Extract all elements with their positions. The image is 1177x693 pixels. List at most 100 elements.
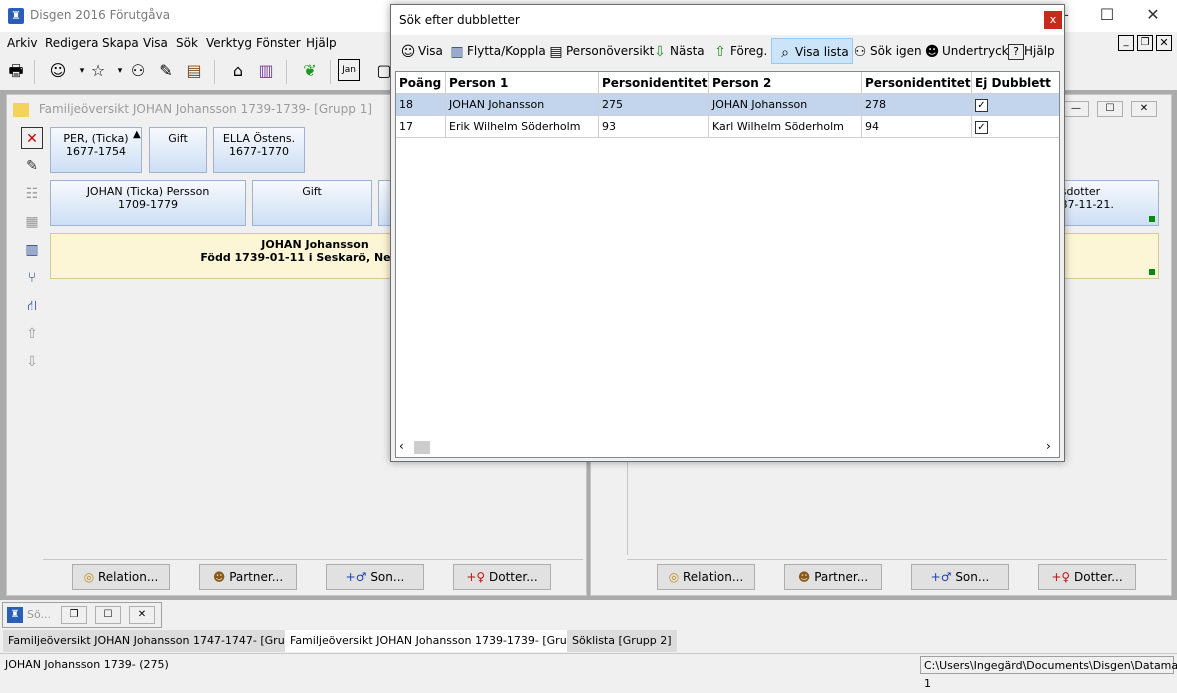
personoversikt-button[interactable]: ▤ Personöversikt: [543, 38, 657, 64]
child-maximize-button[interactable]: ☐: [1097, 101, 1123, 117]
menu-fonster[interactable]: Fönster: [256, 36, 301, 50]
tab-soklista[interactable]: Söklista [Grupp 2]: [567, 630, 677, 652]
relation-button[interactable]: ◎ Relation...: [657, 564, 755, 590]
flytta-koppla-button[interactable]: ▥ Flytta/Koppla: [444, 38, 549, 64]
ej-dubblett-checkbox[interactable]: ✓: [975, 98, 988, 112]
son-button[interactable]: +♂ Son...: [326, 564, 424, 590]
column-header[interactable]: Personidentitet: [599, 72, 709, 94]
child-close-button[interactable]: ✕: [1131, 101, 1157, 117]
grandmother-name: ELLA Östens.: [222, 132, 296, 145]
person-icon[interactable]: ☺: [46, 59, 70, 83]
scroll-right-icon[interactable]: ›: [1046, 439, 1051, 453]
home-icon[interactable]: ⌂: [226, 59, 250, 83]
visa-button[interactable]: ☺ Visa: [395, 38, 446, 64]
books-icon[interactable]: ▥: [254, 59, 278, 83]
sok-igen-button[interactable]: ⚇ Sök igen: [847, 38, 925, 64]
pen-icon[interactable]: ✎: [154, 59, 178, 83]
columns-icon[interactable]: ▥: [21, 239, 43, 261]
toolbar-separator: [34, 60, 35, 84]
menu-verktyg[interactable]: Verktyg: [206, 36, 252, 50]
menu-skapa[interactable]: Skapa: [102, 36, 139, 50]
close-button[interactable]: ✕: [1130, 0, 1176, 32]
status-dot: [1149, 216, 1155, 222]
status-dot: [1149, 269, 1155, 275]
button-bar-right: ◎ Relation... ☻ Partner... +♂ Son... +♀ …: [627, 559, 1167, 593]
dotter-button[interactable]: +♀ Dotter...: [1038, 564, 1136, 590]
duplicate-search-dialog: Sök efter dubbletter x ☺ Visa ▥ Flytta/Kop…: [390, 4, 1065, 462]
menu-visa[interactable]: Visa: [143, 36, 168, 50]
nasta-button[interactable]: ⇩ Nästa: [647, 38, 708, 64]
face-icon: ☺: [400, 43, 416, 60]
hjalp-button[interactable]: ? Hjälp: [1005, 38, 1058, 64]
menu-arkiv[interactable]: Arkiv: [7, 36, 38, 50]
id2-cell: 278: [862, 94, 972, 116]
star-person-icon[interactable]: ☆: [86, 59, 110, 83]
scroll-left-icon[interactable]: ‹: [399, 439, 404, 453]
descendants-icon[interactable]: ⑂: [21, 267, 43, 289]
maximize-button[interactable]: ☐: [95, 606, 121, 624]
edit-document-icon[interactable]: ✎: [21, 155, 43, 177]
statusbar: JOHAN Johansson 1739- (275) C:\Users\Ing…: [0, 653, 1177, 690]
dialog-title: Sök efter dubbletter: [399, 13, 520, 27]
mdi-restore-button[interactable]: ❐: [1137, 35, 1153, 51]
score-cell: 18: [396, 94, 446, 116]
column-header[interactable]: Personidentitet: [862, 72, 972, 94]
tab-family-grupp1[interactable]: Familjeöversikt JOHAN Johansson 1739-173…: [285, 630, 601, 652]
partner-button[interactable]: ☻ Partner...: [199, 564, 297, 590]
minimized-window[interactable]: ♜ Sö... ❐ ☐ ✕: [2, 602, 162, 628]
table-row[interactable]: 17 Erik Wilhelm Söderholm 93 Karl Wilhel…: [396, 116, 1059, 138]
maximize-button[interactable]: ☐: [1084, 0, 1130, 32]
column-header[interactable]: Poäng: [396, 72, 446, 94]
foreg-button[interactable]: ⇧ Föreg.: [707, 38, 770, 64]
print-icon[interactable]: 🖶: [4, 59, 28, 83]
child-minimize-button[interactable]: —: [1063, 101, 1089, 117]
tree-list-icon[interactable]: ☷: [21, 183, 43, 205]
mdi-close-button[interactable]: ✕: [1156, 35, 1172, 51]
parent-marriage-box[interactable]: Gift: [252, 180, 372, 226]
grandmother-box[interactable]: ELLA Östens. 1677-1770: [213, 127, 305, 173]
column-header[interactable]: Ej Dubblett: [972, 72, 1059, 94]
grandfather-box[interactable]: PER, (Ticka) 1677-1754: [50, 127, 142, 173]
grid-icon[interactable]: ▦: [21, 211, 43, 233]
son-button[interactable]: +♂ Son...: [911, 564, 1009, 590]
dotter-button[interactable]: +♀ Dotter...: [453, 564, 551, 590]
close-button[interactable]: ✕: [129, 606, 155, 624]
parent-box[interactable]: JOHAN (Ticka) Persson 1709-1779: [50, 180, 246, 226]
delete-icon[interactable]: ✕: [21, 127, 43, 149]
menu-redigera[interactable]: Redigera: [45, 36, 98, 50]
button-bar: ◎ Relation... ☻ Partner... +♂ Son... +♀ …: [43, 559, 583, 593]
column-header[interactable]: Person 1: [446, 72, 599, 94]
app-title: Disgen 2016 Förutgåva: [30, 8, 171, 22]
grandfather-years: 1677-1754: [66, 145, 126, 158]
ej-dubblett-checkbox[interactable]: ✓: [975, 120, 988, 134]
undertryck-button[interactable]: ☻ Undertryck: [919, 38, 1012, 64]
book-icon[interactable]: ▤: [182, 59, 206, 83]
person1-cell: JOHAN Johansson: [446, 94, 599, 116]
toolbar-separator: [330, 60, 331, 84]
column-header[interactable]: Person 2: [709, 72, 862, 94]
go-down-icon[interactable]: ⇩: [21, 351, 43, 373]
relation-button[interactable]: ◎ Relation...: [72, 564, 170, 590]
visa-lista-button[interactable]: ⌕ Visa lista: [771, 38, 853, 64]
tab-family-grupp2[interactable]: Familjeöversikt JOHAN Johansson 1747-174…: [3, 630, 319, 652]
mdi-minimize-button[interactable]: _: [1118, 35, 1134, 51]
restore-button[interactable]: ❐: [61, 606, 87, 624]
calendar-icon[interactable]: Jan: [338, 59, 360, 81]
window-title: Familjeöversikt JOHAN Johansson 1739-173…: [38, 102, 373, 116]
menu-sok[interactable]: Sök: [176, 36, 198, 50]
table-row[interactable]: 18 JOHAN Johansson 275 JOHAN Johansson 2…: [396, 94, 1059, 116]
add-daughter-icon: +♀: [466, 570, 486, 584]
rings-icon: ◎: [83, 570, 95, 584]
family-icon: [13, 102, 29, 117]
go-up-icon[interactable]: ⇧: [21, 323, 43, 345]
map-icon[interactable]: ❦: [298, 59, 322, 83]
ancestors-icon[interactable]: ⛙: [21, 295, 43, 317]
tree-icon: ♜: [8, 8, 24, 24]
menu-hjalp[interactable]: Hjälp: [306, 36, 337, 50]
binoculars-icon[interactable]: ⚇: [126, 59, 150, 83]
dialog-close-button[interactable]: x: [1044, 11, 1062, 29]
partner-button[interactable]: ☻ Partner...: [784, 564, 882, 590]
scroll-thumb[interactable]: [414, 441, 430, 454]
grandparents-marriage-box[interactable]: Gift: [149, 127, 207, 173]
horizontal-scrollbar[interactable]: ‹ ›: [396, 438, 1059, 457]
